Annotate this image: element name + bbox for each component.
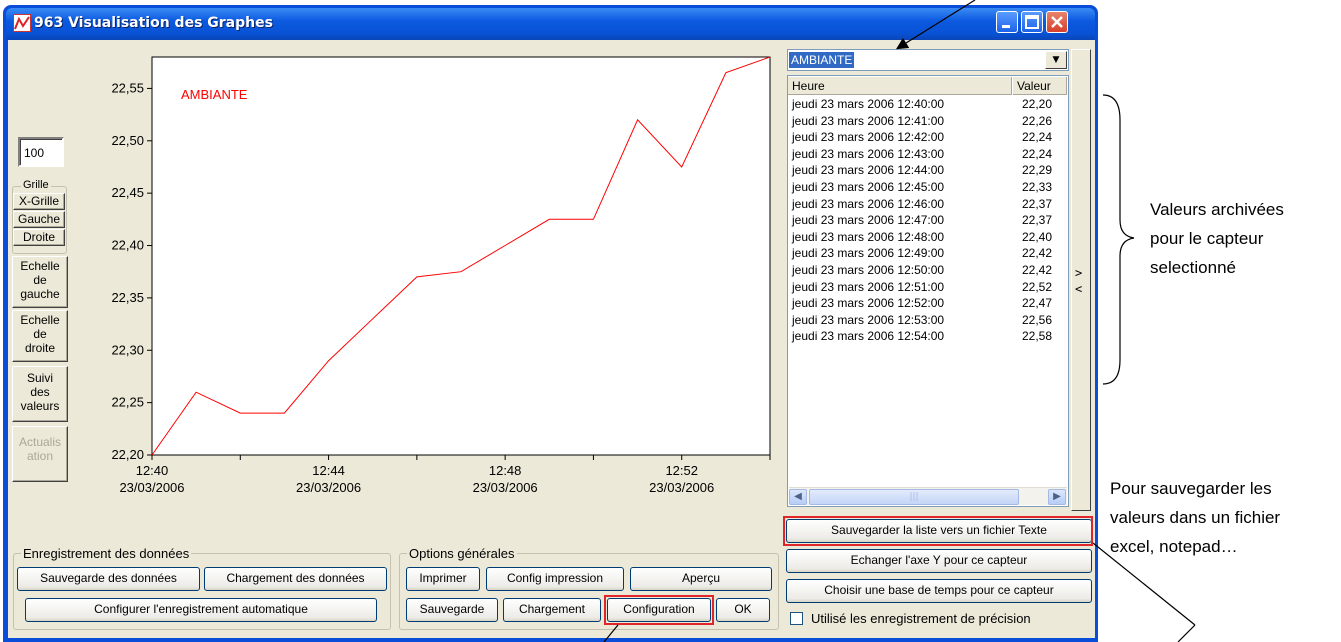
pointer-save-list-2 [1177, 624, 1196, 642]
brace-archived-values [1102, 94, 1135, 385]
pointer-save-list [1092, 542, 1196, 626]
pointer-configuration [603, 624, 619, 642]
annotation-overlay [603, 0, 1196, 642]
arrow-to-sensor-select [895, 0, 976, 50]
